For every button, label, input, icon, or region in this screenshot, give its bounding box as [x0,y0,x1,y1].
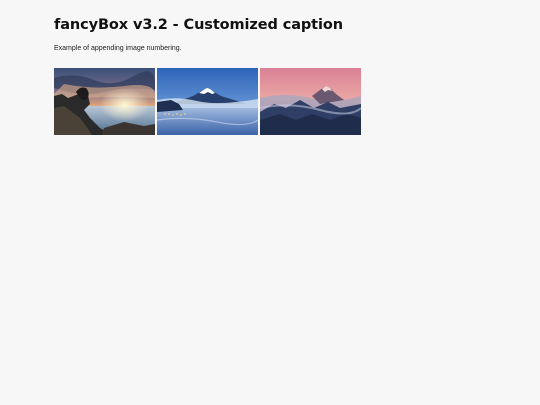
thumbnail-mountain-range [260,68,361,135]
gallery-thumbnail-1[interactable] [54,68,155,135]
thumbnail-coastal-sunset [54,68,155,135]
thumbnail-mount-fuji [157,68,258,135]
gallery-thumbnail-2[interactable] [157,68,258,135]
page-title: fancyBox v3.2 - Customized caption [54,17,343,33]
image-gallery [54,68,361,135]
page-description: Example of appending image numbering. [54,45,182,52]
gallery-thumbnail-3[interactable] [260,68,361,135]
page: fancyBox v3.2 - Customized caption Examp… [0,0,540,405]
